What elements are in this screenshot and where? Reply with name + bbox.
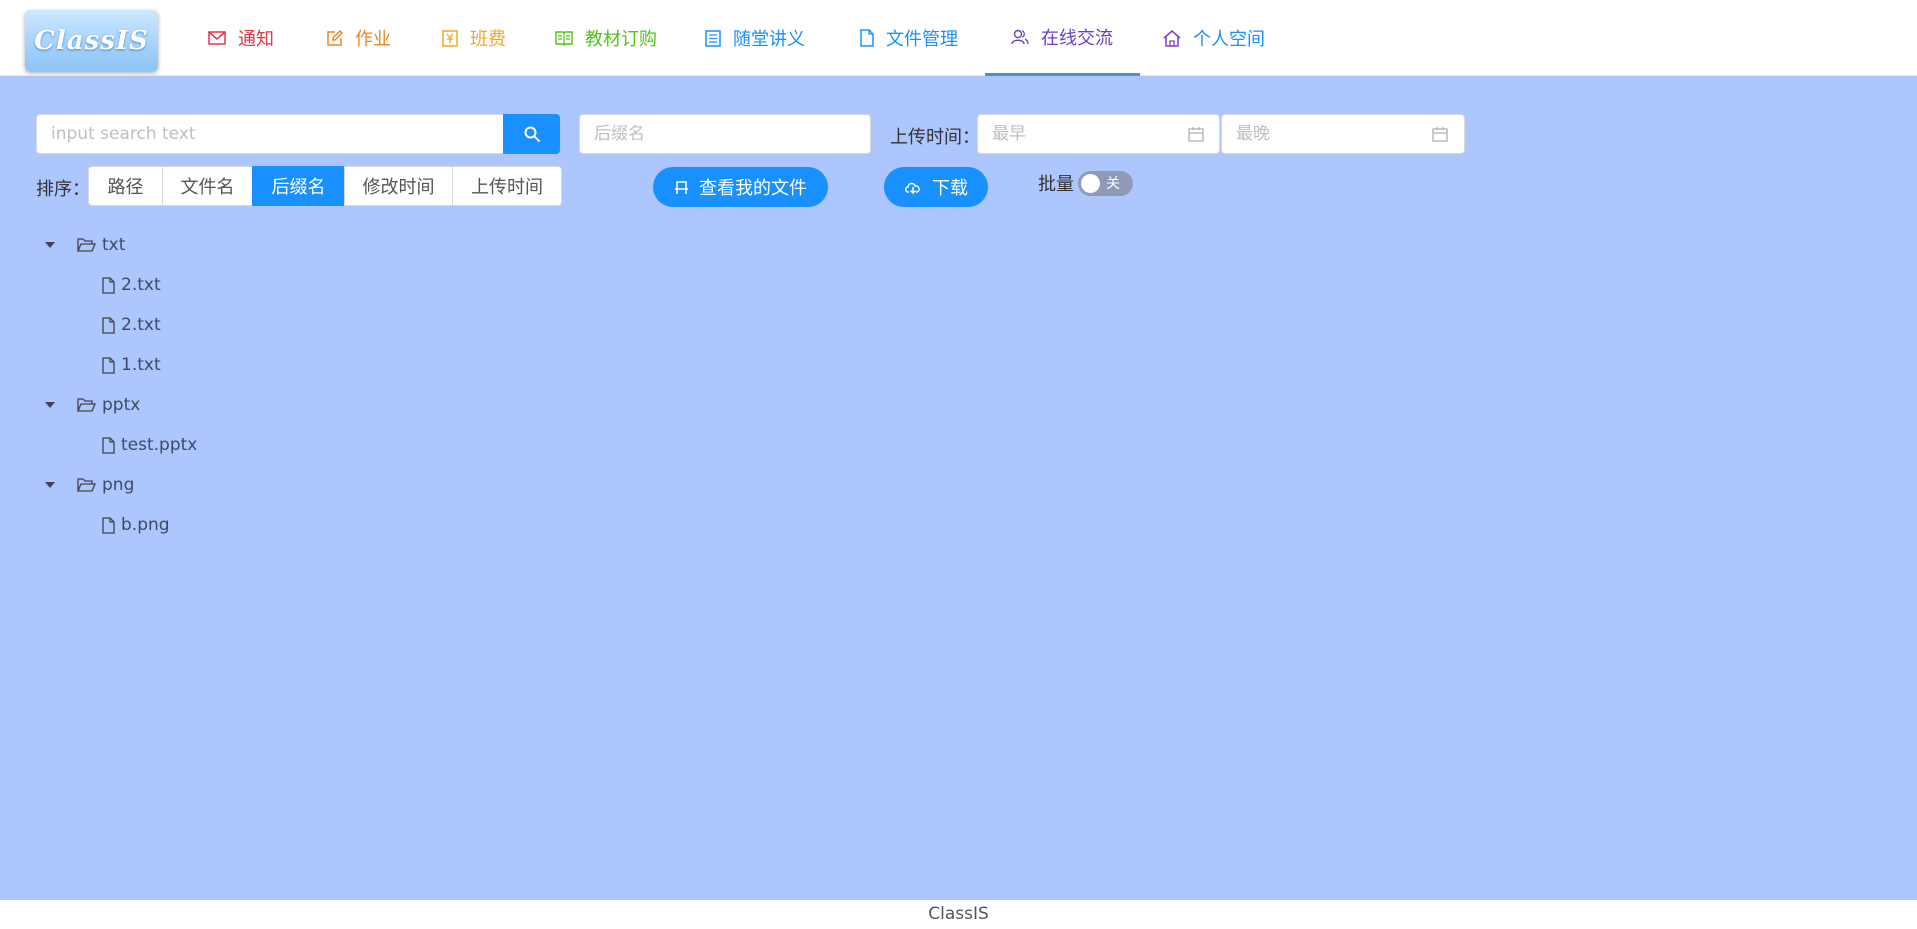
nav-item-textbook[interactable]: 教材订购	[555, 0, 657, 76]
folder-open-icon	[77, 238, 96, 252]
nav-item-label: 文件管理	[886, 29, 958, 50]
sort-option-label: 文件名	[180, 177, 235, 198]
download-label: 下载	[932, 178, 968, 199]
caret-down-icon[interactable]	[45, 242, 55, 248]
folder-open-icon	[77, 398, 96, 412]
sort-option-label: 后缀名	[271, 177, 326, 198]
footer: ClassIS	[0, 900, 1917, 925]
toggle-knob	[1081, 174, 1100, 193]
file-icon	[102, 316, 115, 334]
nav-item-label: 随堂讲义	[733, 29, 805, 50]
tree-file[interactable]: 2.txt	[102, 270, 161, 300]
nav-item-label: 在线交流	[1041, 27, 1113, 49]
view-my-files-button[interactable]: 查看我的文件	[653, 167, 828, 207]
logo-text: ClassIS	[34, 25, 149, 56]
calendar-icon	[1432, 127, 1448, 142]
upload-time-start-input[interactable]	[977, 114, 1220, 154]
tree-folder-label: pptx	[102, 395, 141, 415]
tree-file-label: test.pptx	[121, 435, 198, 455]
tree-file[interactable]: 1.txt	[102, 350, 161, 380]
file-icon	[102, 356, 115, 374]
nav-item-notice[interactable]: 通知	[208, 0, 274, 76]
nav-item-label: 作业	[355, 29, 391, 50]
file-icon	[102, 436, 115, 454]
nav-item-label: 教材订购	[585, 29, 657, 50]
tree-file-label: 2.txt	[121, 315, 161, 335]
search-button[interactable]	[503, 114, 560, 154]
download-button[interactable]: 下载	[884, 167, 988, 207]
sort-option-label: 修改时间	[362, 177, 435, 198]
team-icon	[1011, 29, 1029, 44]
tree-folder[interactable]: png	[77, 470, 134, 500]
caret-down-icon[interactable]	[45, 482, 55, 488]
sort-option-suffix[interactable]: 后缀名	[252, 166, 345, 206]
list-icon	[705, 29, 721, 47]
tree-file[interactable]: 2.txt	[102, 310, 161, 340]
sort-option-label: 上传时间	[471, 177, 543, 198]
upload-time-label: 上传时间：	[890, 127, 980, 148]
tree-file[interactable]: test.pptx	[102, 430, 197, 460]
file-icon	[860, 29, 874, 47]
nav-item-file-management[interactable]: 文件管理	[860, 0, 958, 76]
batch-label: 批量	[1038, 174, 1074, 195]
tree-file-label: b.png	[121, 515, 170, 535]
view-my-files-label: 查看我的文件	[699, 178, 807, 199]
footer-text: ClassIS	[928, 904, 989, 924]
sort-option-label: 路径	[107, 177, 144, 198]
file-icon	[102, 516, 115, 534]
nav-item-label: 班费	[470, 29, 506, 50]
folder-open-icon	[77, 478, 96, 492]
book-icon	[555, 30, 573, 46]
tree-folder-label: txt	[102, 235, 126, 255]
tree-file[interactable]: b.png	[102, 510, 170, 540]
toggle-state-text: 关	[1106, 176, 1120, 192]
file-icon	[102, 276, 115, 294]
nav-item-homework[interactable]: 作业	[326, 0, 391, 76]
sort-option-upload-time[interactable]: 上传时间	[452, 166, 562, 206]
suffix-filter-input[interactable]	[579, 114, 871, 154]
nav-item-label: 通知	[238, 29, 274, 50]
nav-item-class-fee[interactable]: 班费	[442, 0, 506, 76]
tree-folder[interactable]: pptx	[77, 390, 140, 420]
batch-toggle[interactable]: 关	[1078, 171, 1133, 196]
edit-icon	[327, 29, 343, 46]
nav-item-online-chat[interactable]: 在线交流	[985, 0, 1140, 76]
top-header: ClassIS 通知 作业 班费 教材订购 随堂讲义 文件管理 在线交流 个人空…	[0, 0, 1917, 76]
sort-option-path[interactable]: 路径	[88, 166, 163, 206]
main-content: 上传时间： 排序： 路径 文件名 后缀名 修改时间 上传时间 查看我的文件 下载…	[0, 76, 1917, 900]
sort-label: 排序：	[36, 179, 90, 200]
nav-item-personal-space[interactable]: 个人空间	[1163, 0, 1265, 76]
mail-icon	[208, 31, 226, 45]
search-box	[36, 114, 560, 154]
tree-file-label: 2.txt	[121, 275, 161, 295]
user-icon	[675, 180, 688, 194]
calendar-icon	[1188, 127, 1204, 142]
money-icon	[442, 29, 458, 47]
tree-folder-label: png	[102, 475, 135, 495]
tree-file-label: 1.txt	[121, 355, 161, 375]
caret-down-icon[interactable]	[45, 402, 55, 408]
home-icon	[1163, 29, 1181, 47]
logo[interactable]: ClassIS	[25, 10, 158, 71]
tree-folder[interactable]: txt	[77, 230, 125, 260]
nav-item-handouts[interactable]: 随堂讲义	[705, 0, 805, 76]
search-icon	[524, 126, 540, 142]
search-input[interactable]	[36, 114, 504, 154]
upload-time-end-input[interactable]	[1221, 114, 1465, 154]
cloud-download-icon	[905, 182, 920, 194]
sort-option-filename[interactable]: 文件名	[162, 166, 253, 206]
nav-item-label: 个人空间	[1193, 29, 1265, 50]
sort-option-modified-time[interactable]: 修改时间	[344, 166, 453, 206]
